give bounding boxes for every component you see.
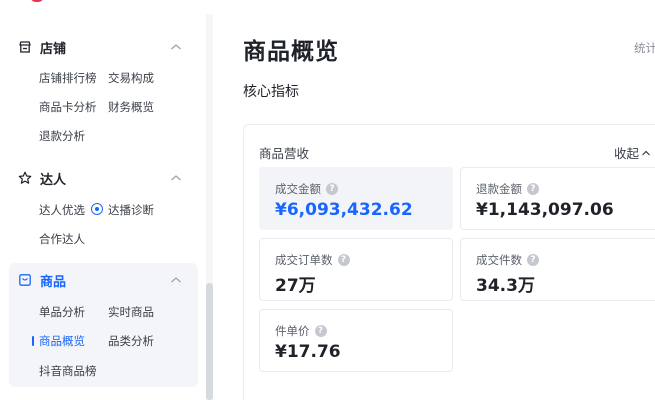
sidebar-section-talent[interactable]: 达人 (14, 166, 200, 190)
metric-label-text: 退款金额 (476, 182, 522, 196)
sidebar-section-product[interactable]: 商品 (14, 268, 200, 292)
metric-value: 34.3万 (476, 276, 535, 296)
sidebar-item-partner-talent[interactable]: 合作达人 (39, 231, 85, 247)
metric-label: 退款金额 ? (476, 181, 539, 197)
active-indicator (32, 336, 34, 346)
sidebar-item-single-product-analysis[interactable]: 单品分析 (39, 304, 85, 320)
metric-label-text: 成交金额 (275, 182, 321, 196)
section-title: 核心指标 (243, 84, 299, 100)
sidebar-section-title: 店铺 (40, 41, 67, 57)
sidebar-item-product-card-analysis[interactable]: 商品卡分析 (39, 99, 97, 115)
chevron-up-icon[interactable] (170, 42, 182, 52)
metric-card-unit-price[interactable]: 件单价 ? ¥17.76 (259, 309, 453, 372)
metric-label: 成交件数 ? (476, 252, 539, 268)
metric-card-gmv[interactable]: 成交金额 ? ¥6,093,432.62 (259, 167, 453, 230)
metric-label-text: 成交件数 (476, 253, 522, 267)
metric-label: 件单价 ? (275, 323, 327, 339)
sidebar-item-refund-analysis[interactable]: 退款分析 (39, 128, 85, 144)
product-box-icon (19, 274, 31, 286)
metric-card-items[interactable]: 成交件数 ? 34.3万 (460, 238, 655, 301)
sidebar-item-category-analysis[interactable]: 品类分析 (108, 333, 154, 349)
sidebar-item-trade-composition[interactable]: 交易构成 (108, 70, 154, 86)
metric-label: 成交订单数 ? (275, 252, 350, 268)
stat-link[interactable]: 统计 (634, 40, 655, 56)
star-icon (18, 171, 32, 184)
collapse-button[interactable]: 收起 (614, 143, 651, 162)
panel-title: 商品营收 (259, 146, 310, 161)
metric-card-orders[interactable]: 成交订单数 ? 27万 (259, 238, 453, 301)
help-icon[interactable]: ? (314, 325, 327, 337)
metric-card-refund[interactable]: 退款金额 ? ¥1,143,097.06 (460, 167, 655, 230)
brand-mark (30, 0, 44, 2)
help-icon[interactable]: ? (527, 183, 539, 195)
metric-value: ¥1,143,097.06 (476, 200, 614, 220)
new-badge-dot-icon (91, 203, 103, 215)
sidebar-item-finance-overview[interactable]: 财务概览 (108, 99, 154, 115)
sidebar-item-realtime-products[interactable]: 实时商品 (108, 304, 154, 320)
sidebar-section-shop[interactable]: 店铺 (14, 35, 200, 59)
shop-icon (19, 41, 31, 53)
sidebar-section-title: 商品 (40, 274, 67, 290)
chevron-up-icon (642, 150, 650, 155)
sidebar-section-title: 达人 (40, 172, 67, 188)
sidebar-item-douyin-product-ranking[interactable]: 抖音商品榜 (39, 363, 97, 379)
help-icon[interactable]: ? (337, 254, 350, 266)
help-icon[interactable]: ? (326, 183, 338, 195)
metric-value: 27万 (275, 276, 316, 296)
page-title: 商品概览 (243, 39, 339, 65)
sidebar-item-talent-select[interactable]: 达人优选 (39, 202, 85, 218)
collapse-label: 收起 (614, 146, 640, 161)
sidebar-scrollbar-thumb[interactable] (206, 283, 213, 400)
metric-label-text: 成交订单数 (275, 253, 333, 267)
sidebar-nav: 店铺 店铺排行榜 交易构成 商品卡分析 财务概览 退款分析 达人 达人优选 达播… (0, 0, 213, 400)
metric-value: ¥17.76 (275, 342, 341, 362)
metric-label-text: 件单价 (275, 324, 310, 338)
sidebar-item-live-diagnosis[interactable]: 达播诊断 (108, 202, 154, 218)
sidebar-item-product-overview[interactable]: 商品概览 (39, 333, 85, 349)
help-icon[interactable]: ? (527, 254, 539, 266)
metric-label: 成交金额 ? (275, 181, 338, 197)
chevron-up-icon[interactable] (170, 173, 182, 183)
chevron-up-icon[interactable] (170, 275, 182, 285)
sidebar-item-shop-ranking[interactable]: 店铺排行榜 (39, 70, 97, 86)
metric-value: ¥6,093,432.62 (275, 200, 413, 220)
